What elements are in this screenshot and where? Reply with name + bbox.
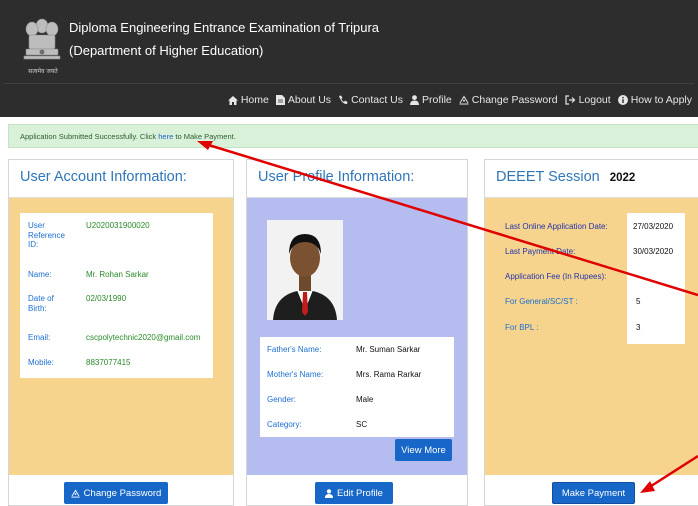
account-panel-body: User Reference ID: U2020031900020 Name: … bbox=[9, 198, 233, 475]
email-label: Email: bbox=[28, 333, 51, 342]
nav-change-password[interactable]: Change Password bbox=[459, 94, 558, 106]
nav-how-to-apply-label: How to Apply bbox=[630, 94, 692, 106]
nav-contact-label: Contact Us bbox=[351, 94, 403, 106]
name-label: Name: bbox=[28, 270, 52, 279]
change-password-button-label: Change Password bbox=[83, 487, 162, 499]
mobile-label: Mobile: bbox=[28, 358, 54, 367]
mobile-value: 8837077415 bbox=[86, 358, 131, 367]
alert-text-before: Application Submitted Successfully. Clic… bbox=[20, 132, 159, 141]
category-value: SC bbox=[356, 420, 368, 429]
fee-bpl-label: For BPL : bbox=[505, 323, 539, 332]
nav-about[interactable]: About Us bbox=[275, 94, 332, 106]
make-payment-button[interactable]: Make Payment bbox=[552, 482, 635, 504]
nav-about-label: About Us bbox=[287, 94, 332, 106]
logout-icon bbox=[564, 95, 575, 105]
account-panel: User Account Information: User Reference… bbox=[8, 159, 234, 506]
fee-general-value: 5 bbox=[636, 297, 641, 306]
session-title: DEEET Session bbox=[496, 169, 600, 185]
nav-logout[interactable]: Logout bbox=[564, 94, 611, 106]
document-icon bbox=[275, 95, 285, 105]
session-panel-title: DEEET Session 2022 bbox=[485, 160, 698, 198]
father-name-label: Father's Name: bbox=[267, 345, 322, 354]
gender-value: Male bbox=[356, 395, 374, 404]
nav-home[interactable]: Home bbox=[227, 94, 269, 106]
change-password-button[interactable]: Change Password bbox=[64, 482, 168, 504]
profile-photo bbox=[267, 220, 343, 320]
state-emblem-icon bbox=[23, 18, 61, 60]
application-fee-label: Application Fee (In Rupees): bbox=[505, 272, 607, 281]
father-name-value: Mr. Suman Sarkar bbox=[356, 345, 421, 354]
site-subtitle: (Department of Higher Education) bbox=[69, 43, 264, 58]
user-icon bbox=[325, 488, 334, 498]
profile-photo-image bbox=[267, 220, 343, 320]
site-title: Diploma Engineering Entrance Examination… bbox=[69, 20, 380, 35]
key-icon bbox=[71, 488, 80, 498]
profile-panel: User Profile Information: Father's Name:… bbox=[246, 159, 468, 506]
mother-name-label: Mother's Name: bbox=[267, 370, 324, 379]
session-year: 2022 bbox=[609, 172, 636, 184]
nav-profile[interactable]: Profile bbox=[410, 94, 452, 106]
info-icon bbox=[617, 95, 628, 105]
alert-text-after: to Make Payment. bbox=[173, 132, 236, 141]
view-more-button[interactable]: View More bbox=[395, 439, 452, 461]
account-panel-title: User Account Information: bbox=[9, 160, 233, 198]
success-alert: Application Submitted Successfully. Clic… bbox=[8, 124, 698, 148]
dob-label: Date of Birth: bbox=[28, 294, 54, 313]
session-values-card: 27/03/2020 30/03/2020 5 3 bbox=[627, 213, 685, 344]
last-payment-date-value: 30/03/2020 bbox=[633, 247, 674, 256]
last-application-date-label: Last Online Application Date: bbox=[505, 222, 608, 231]
header-divider bbox=[4, 83, 694, 84]
emblem-motto: सत्यमेव जयते bbox=[28, 68, 58, 75]
dob-value: 02/03/1990 bbox=[86, 294, 127, 303]
session-panel-body: 27/03/2020 30/03/2020 5 3 Last Online Ap… bbox=[485, 198, 698, 475]
category-label: Category: bbox=[267, 420, 302, 429]
mother-name-value: Mrs. Rama Rarkar bbox=[356, 370, 422, 379]
edit-profile-button-label: Edit Profile bbox=[337, 487, 383, 499]
home-icon bbox=[227, 95, 238, 105]
last-application-date-value: 27/03/2020 bbox=[633, 222, 674, 231]
edit-profile-button[interactable]: Edit Profile bbox=[315, 482, 393, 504]
name-value: Mr. Rohan Sarkar bbox=[86, 270, 149, 279]
nav-logout-label: Logout bbox=[578, 94, 611, 106]
gender-label: Gender: bbox=[267, 395, 296, 404]
user-ref-label: User Reference ID: bbox=[28, 221, 65, 249]
key-icon bbox=[459, 95, 469, 105]
profile-info-card: Father's Name: Mr. Suman Sarkar Mother's… bbox=[260, 337, 454, 437]
nav-change-password-label: Change Password bbox=[471, 94, 558, 106]
payment-here-link[interactable]: here bbox=[158, 132, 173, 141]
user-ref-value: U2020031900020 bbox=[86, 221, 150, 230]
last-payment-date-label: Last Payment Date: bbox=[505, 247, 576, 256]
session-panel: DEEET Session 2022 27/03/2020 30/03/2020 … bbox=[484, 159, 698, 506]
profile-panel-title: User Profile Information: bbox=[247, 160, 467, 198]
main-nav: Home About Us Contact Us Profile Change … bbox=[227, 94, 692, 106]
site-header: सत्यमेव जयते Diploma Engineering Entranc… bbox=[0, 0, 698, 117]
account-info-card: User Reference ID: U2020031900020 Name: … bbox=[20, 213, 213, 378]
fee-general-label: For General/SC/ST : bbox=[505, 297, 578, 306]
nav-contact[interactable]: Contact Us bbox=[338, 94, 403, 106]
nav-profile-label: Profile bbox=[422, 94, 452, 106]
profile-panel-body: Father's Name: Mr. Suman Sarkar Mother's… bbox=[247, 198, 467, 475]
nav-home-label: Home bbox=[240, 94, 269, 106]
email-value: cscpolytechnic2020@gmail.com bbox=[86, 333, 201, 342]
fee-bpl-value: 3 bbox=[636, 323, 641, 332]
nav-how-to-apply[interactable]: How to Apply bbox=[617, 94, 692, 106]
user-icon bbox=[410, 95, 419, 105]
phone-icon bbox=[339, 95, 348, 105]
